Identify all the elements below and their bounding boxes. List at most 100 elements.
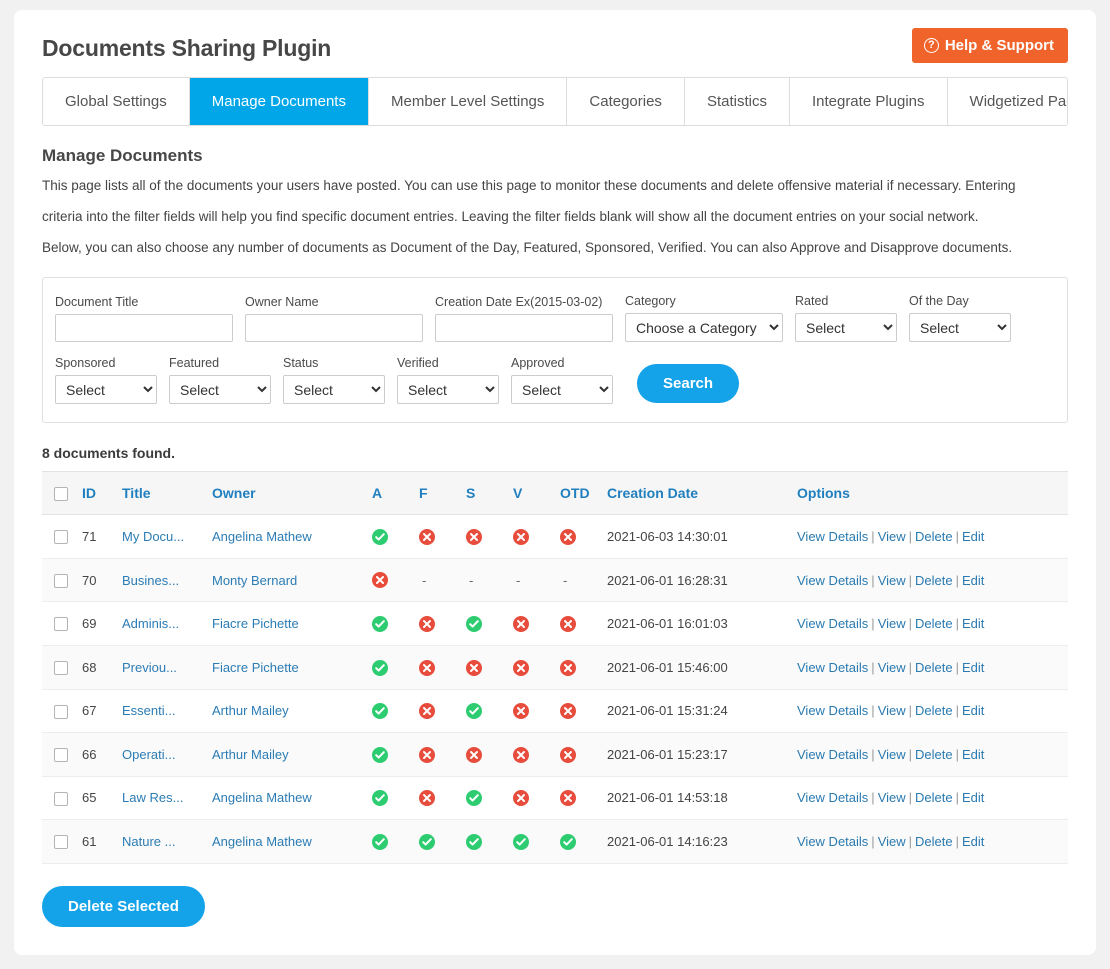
cross-circle-icon[interactable] — [466, 746, 482, 763]
document-title-link[interactable]: Operati... — [122, 747, 175, 762]
column-header-verified[interactable]: V — [507, 470, 554, 516]
cross-circle-icon[interactable] — [513, 746, 529, 763]
tab-global-settings[interactable]: Global Settings — [43, 78, 190, 125]
edit-link[interactable]: Edit — [962, 660, 984, 675]
view-link[interactable]: View — [878, 834, 906, 849]
document-title-link[interactable]: Busines... — [122, 573, 179, 588]
cross-circle-icon[interactable] — [419, 659, 435, 676]
view-link[interactable]: View — [878, 703, 906, 718]
owner-link[interactable]: Angelina Mathew — [212, 790, 312, 805]
owner-link[interactable]: Angelina Mathew — [212, 834, 312, 849]
edit-link[interactable]: Edit — [962, 747, 984, 762]
cross-circle-icon[interactable] — [560, 528, 576, 545]
document-title-link[interactable]: Previou... — [122, 660, 177, 675]
tab-widgetized-pages[interactable]: Widgetized Pages — [947, 78, 1067, 125]
approved-select[interactable]: Select — [511, 375, 613, 404]
cross-circle-icon[interactable] — [513, 703, 529, 720]
view-details-link[interactable]: View Details — [797, 616, 868, 631]
check-circle-icon[interactable] — [372, 703, 388, 720]
row-checkbox[interactable] — [54, 704, 68, 719]
cross-circle-icon[interactable] — [466, 659, 482, 676]
delete-selected-button[interactable]: Delete Selected — [42, 885, 205, 927]
check-circle-icon[interactable] — [372, 659, 388, 676]
cross-circle-icon[interactable] — [419, 528, 435, 545]
view-details-link[interactable]: View Details — [797, 703, 868, 718]
owner-name-input[interactable] — [245, 314, 423, 342]
category-select[interactable]: Choose a Category — [625, 313, 783, 342]
view-link[interactable]: View — [878, 790, 906, 805]
check-circle-icon[interactable] — [513, 833, 529, 850]
document-title-link[interactable]: Adminis... — [122, 616, 179, 631]
owner-link[interactable]: Fiacre Pichette — [212, 616, 299, 631]
view-details-link[interactable]: View Details — [797, 660, 868, 675]
row-checkbox[interactable] — [54, 617, 68, 632]
cross-circle-icon[interactable] — [560, 703, 576, 720]
view-link[interactable]: View — [878, 529, 906, 544]
check-circle-icon[interactable] — [372, 746, 388, 763]
owner-link[interactable]: Monty Bernard — [212, 573, 297, 588]
row-checkbox[interactable] — [54, 835, 68, 850]
view-link[interactable]: View — [878, 660, 906, 675]
row-checkbox[interactable] — [54, 661, 68, 676]
delete-link[interactable]: Delete — [915, 529, 953, 544]
row-checkbox[interactable] — [54, 573, 68, 588]
view-details-link[interactable]: View Details — [797, 747, 868, 762]
check-circle-icon[interactable] — [466, 615, 482, 632]
column-header-title[interactable]: Title — [116, 470, 206, 516]
check-circle-icon[interactable] — [372, 833, 388, 850]
cross-circle-icon[interactable] — [513, 528, 529, 545]
edit-link[interactable]: Edit — [962, 616, 984, 631]
row-checkbox[interactable] — [54, 530, 68, 545]
tab-manage-documents[interactable]: Manage Documents — [189, 78, 369, 125]
column-header-approved[interactable]: A — [366, 470, 413, 516]
view-link[interactable]: View — [878, 747, 906, 762]
check-circle-icon[interactable] — [372, 615, 388, 632]
view-details-link[interactable]: View Details — [797, 790, 868, 805]
check-circle-icon[interactable] — [466, 703, 482, 720]
status-select[interactable]: Select — [283, 375, 385, 404]
owner-link[interactable]: Arthur Mailey — [212, 703, 289, 718]
creation-date-input[interactable] — [435, 314, 613, 342]
cross-circle-icon[interactable] — [466, 528, 482, 545]
column-header-sponsored[interactable]: S — [460, 470, 507, 516]
document-title-link[interactable]: Essenti... — [122, 703, 175, 718]
select-all-checkbox[interactable] — [54, 487, 68, 502]
row-checkbox[interactable] — [54, 791, 68, 806]
check-circle-icon[interactable] — [372, 790, 388, 807]
delete-link[interactable]: Delete — [915, 703, 953, 718]
view-details-link[interactable]: View Details — [797, 529, 868, 544]
delete-link[interactable]: Delete — [915, 660, 953, 675]
delete-link[interactable]: Delete — [915, 834, 953, 849]
column-header-otd[interactable]: OTD — [554, 470, 601, 516]
edit-link[interactable]: Edit — [962, 834, 984, 849]
owner-link[interactable]: Arthur Mailey — [212, 747, 289, 762]
edit-link[interactable]: Edit — [962, 703, 984, 718]
cross-circle-icon[interactable] — [560, 615, 576, 632]
document-title-link[interactable]: Nature ... — [122, 834, 175, 849]
tab-statistics[interactable]: Statistics — [684, 78, 790, 125]
check-circle-icon[interactable] — [372, 528, 388, 545]
check-circle-icon[interactable] — [560, 833, 576, 850]
help-and-support-button[interactable]: ? Help & Support — [911, 28, 1068, 63]
verified-select[interactable]: Select — [397, 375, 499, 404]
edit-link[interactable]: Edit — [962, 573, 984, 588]
column-header-id[interactable]: ID — [76, 470, 116, 516]
of-the-day-select[interactable]: Select — [909, 313, 1011, 342]
cross-circle-icon[interactable] — [419, 746, 435, 763]
edit-link[interactable]: Edit — [962, 529, 984, 544]
owner-link[interactable]: Angelina Mathew — [212, 529, 312, 544]
view-link[interactable]: View — [878, 616, 906, 631]
column-header-featured[interactable]: F — [413, 470, 460, 516]
cross-circle-icon[interactable] — [513, 790, 529, 807]
check-circle-icon[interactable] — [466, 833, 482, 850]
search-button[interactable]: Search — [637, 364, 740, 403]
check-circle-icon[interactable] — [419, 833, 435, 850]
cross-circle-icon[interactable] — [560, 790, 576, 807]
cross-circle-icon[interactable] — [560, 746, 576, 763]
view-link[interactable]: View — [878, 573, 906, 588]
cross-circle-icon[interactable] — [513, 659, 529, 676]
cross-circle-icon[interactable] — [419, 703, 435, 720]
delete-link[interactable]: Delete — [915, 616, 953, 631]
document-title-link[interactable]: Law Res... — [122, 790, 183, 805]
cross-circle-icon[interactable] — [419, 790, 435, 807]
